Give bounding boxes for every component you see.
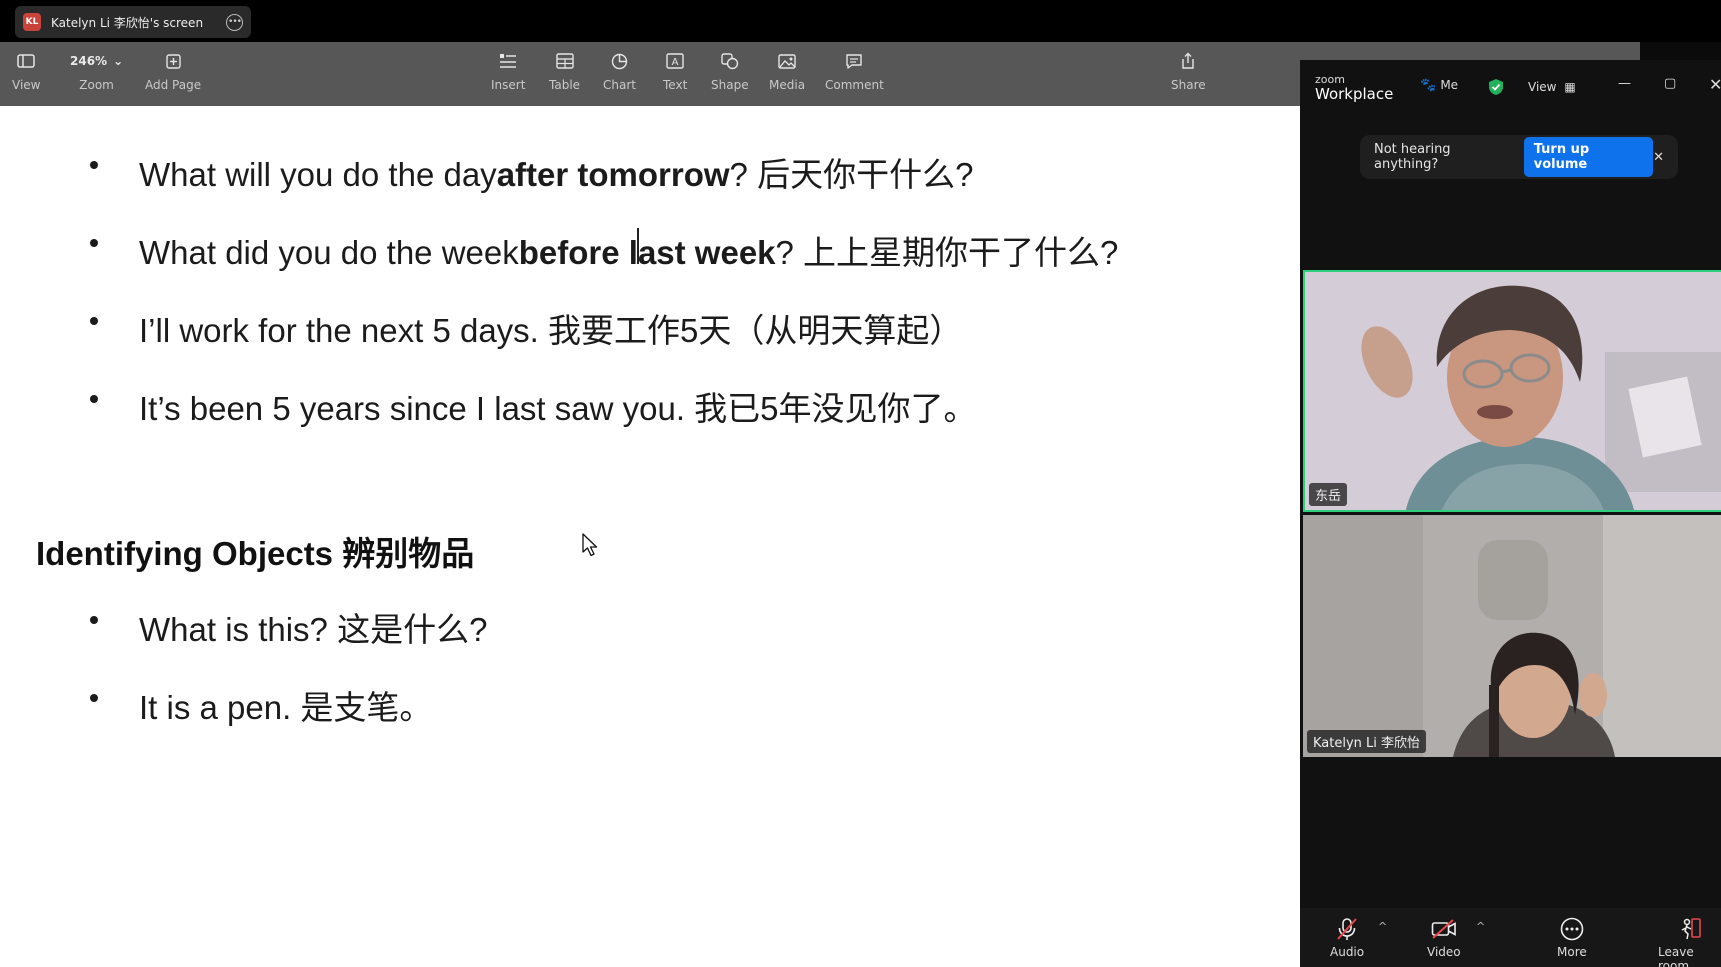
- video-button[interactable]: Video: [1427, 916, 1461, 959]
- microphone-muted-icon: [1336, 916, 1358, 942]
- more-button[interactable]: More: [1557, 916, 1587, 959]
- participant-name-tag: Katelyn Li 李欣怡: [1307, 730, 1427, 753]
- table-icon: [555, 50, 574, 72]
- leave-room-button[interactable]: Leave room: [1658, 916, 1721, 967]
- dismiss-icon[interactable]: ✕: [1653, 150, 1664, 165]
- media-button[interactable]: Media: [769, 50, 805, 92]
- add-page-icon: [165, 50, 181, 72]
- text-line[interactable]: What will you do the day after tomorrow?…: [139, 148, 973, 196]
- camera-off-icon: [1431, 916, 1457, 942]
- section-heading[interactable]: Identifying Objects 辨别物品: [36, 527, 474, 575]
- meeting-participants-button[interactable]: 🐾 Me: [1420, 78, 1458, 93]
- audio-button[interactable]: Audio: [1330, 916, 1364, 959]
- view-menu-button[interactable]: View ▦: [1528, 80, 1576, 94]
- text-line[interactable]: I’ll work for the next 5 days. 我要工作5天（从明…: [139, 304, 962, 352]
- participant-video-tile[interactable]: 东岳: [1303, 270, 1721, 512]
- share-bar: KL Katelyn Li 李欣怡's screen •••: [0, 0, 1721, 42]
- sidebar-icon: [17, 50, 35, 72]
- mouse-cursor-icon: [582, 533, 598, 557]
- comment-button[interactable]: Comment: [825, 50, 884, 92]
- video-options-icon[interactable]: ^: [1476, 920, 1485, 933]
- more-options-icon[interactable]: •••: [226, 13, 243, 31]
- bullet-marker: [90, 239, 98, 247]
- maximize-icon[interactable]: ▢: [1664, 76, 1676, 91]
- text-line[interactable]: What did you do the week before l ast wee…: [139, 226, 1118, 274]
- bullet-marker: [90, 616, 98, 624]
- minimize-icon[interactable]: —: [1618, 76, 1631, 91]
- sharer-avatar: KL: [23, 13, 41, 31]
- screen-share-indicator[interactable]: KL Katelyn Li 李欣怡's screen •••: [15, 6, 251, 38]
- bullet-marker: [90, 395, 98, 403]
- view-button[interactable]: View: [12, 50, 40, 92]
- participant-video-feed: [1303, 515, 1721, 757]
- audio-options-icon[interactable]: ^: [1378, 920, 1387, 933]
- document-page[interactable]: What will you do the day after tomorrow?…: [0, 106, 1300, 967]
- table-button[interactable]: Table: [549, 50, 580, 92]
- chevron-down-icon: ⌄: [113, 54, 124, 68]
- shape-icon: [721, 50, 739, 72]
- share-button[interactable]: Share: [1171, 50, 1206, 92]
- paw-icon: 🐾: [1420, 78, 1437, 93]
- text-line[interactable]: It’s been 5 years since I last saw you. …: [139, 382, 977, 430]
- more-icon: [1560, 916, 1584, 942]
- share-icon: [1180, 50, 1196, 72]
- share-title: Katelyn Li 李欣怡's screen: [51, 15, 204, 30]
- shape-button[interactable]: Shape: [711, 50, 749, 92]
- participant-video-feed: [1305, 272, 1721, 510]
- bullet-marker: [90, 694, 98, 702]
- insert-button[interactable]: Insert: [491, 50, 525, 92]
- zoom-logo: zoom Workplace: [1315, 73, 1394, 103]
- screen: KL Katelyn Li 李欣怡's screen ••• View 246%…: [0, 0, 1721, 967]
- zoom-value: 246%: [70, 54, 108, 68]
- svg-text:A: A: [672, 57, 679, 68]
- participant-video-tile[interactable]: Katelyn Li 李欣怡: [1303, 515, 1721, 757]
- security-shield-icon[interactable]: [1488, 78, 1504, 100]
- text-box-icon: A: [666, 50, 684, 72]
- pie-chart-icon: [611, 50, 628, 72]
- participant-name-tag: 东岳: [1309, 483, 1348, 506]
- zoom-header: zoom Workplace 🐾 Me View ▦ — ▢ ✕: [1300, 60, 1721, 115]
- comment-icon: [845, 50, 863, 72]
- zoom-control[interactable]: 246% ⌄ Zoom: [70, 50, 123, 92]
- turn-up-volume-button[interactable]: Turn up volume: [1523, 137, 1654, 177]
- text-button[interactable]: A Text: [663, 50, 687, 92]
- meeting-controls: Audio ^ Video ^ More Leave room: [1300, 908, 1721, 967]
- text-line[interactable]: It is a pen. 是支笔。: [139, 681, 432, 729]
- image-icon: [778, 50, 796, 72]
- close-icon[interactable]: ✕: [1709, 75, 1721, 94]
- audio-notification: Not hearing anything? Turn up volume ✕: [1360, 135, 1678, 179]
- chart-button[interactable]: Chart: [603, 50, 636, 92]
- add-page-button[interactable]: Add Page: [145, 50, 201, 92]
- grid-icon: ▦: [1564, 80, 1576, 94]
- leave-room-icon: [1678, 916, 1702, 942]
- insert-list-icon: [499, 50, 517, 72]
- text-line[interactable]: What is this? 这是什么?: [139, 603, 487, 651]
- bullet-marker: [90, 161, 98, 169]
- bullet-marker: [90, 317, 98, 325]
- zoom-meeting-panel: zoom Workplace 🐾 Me View ▦ — ▢ ✕ Not hea…: [1300, 60, 1721, 967]
